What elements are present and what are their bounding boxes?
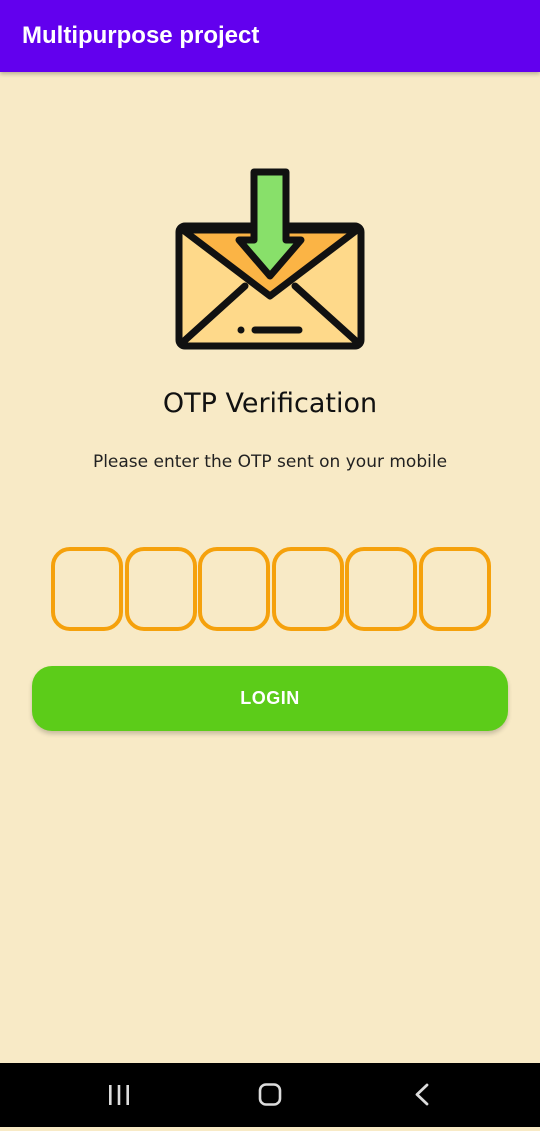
- back-icon: [415, 1083, 429, 1106]
- back-button[interactable]: [391, 1063, 451, 1127]
- otp-input-row: [51, 547, 491, 631]
- login-button[interactable]: LOGIN: [32, 666, 508, 731]
- envelope-download-icon: [175, 168, 365, 350]
- recent-apps-icon: [109, 1085, 129, 1105]
- page-title: OTP Verification: [162, 388, 378, 419]
- otp-digit-6[interactable]: [419, 547, 491, 631]
- home-icon: [258, 1083, 282, 1106]
- recent-apps-button[interactable]: [89, 1063, 149, 1127]
- otp-digit-5[interactable]: [345, 547, 417, 631]
- otp-digit-1[interactable]: [51, 547, 123, 631]
- app-title: Multipurpose project: [22, 22, 260, 49]
- otp-digit-4[interactable]: [272, 547, 344, 631]
- otp-digit-3[interactable]: [198, 547, 270, 631]
- page-subtitle: Please enter the OTP sent on your mobile: [92, 452, 448, 472]
- system-nav-bar: [0, 1063, 540, 1127]
- otp-digit-2[interactable]: [125, 547, 197, 631]
- home-button[interactable]: [240, 1063, 300, 1127]
- app-bar: Multipurpose project: [0, 0, 540, 72]
